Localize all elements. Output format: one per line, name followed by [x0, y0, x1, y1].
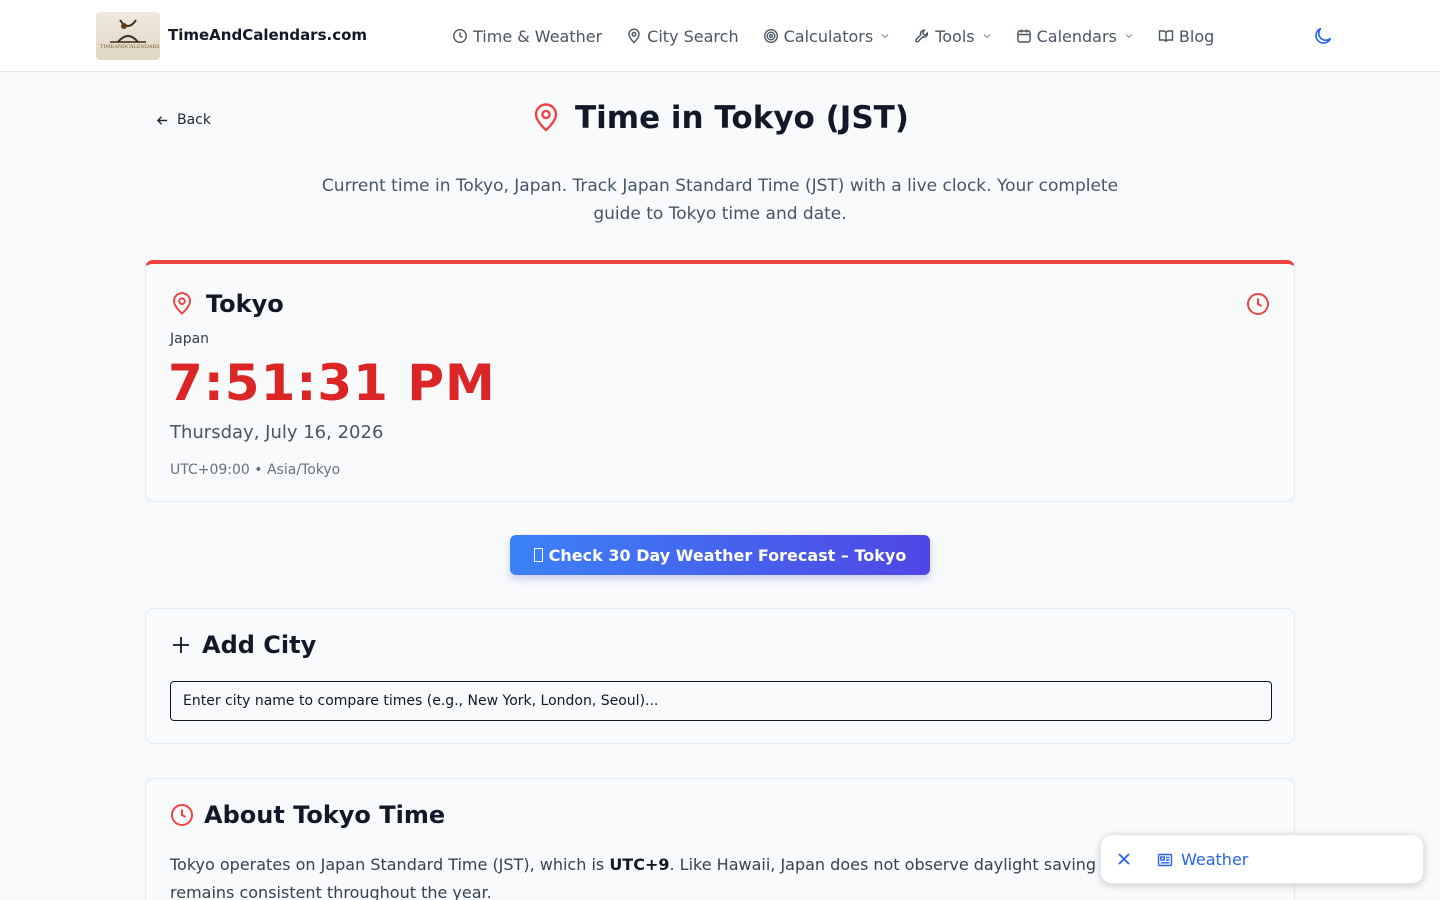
forecast-button-label: Check 30 Day Weather Forecast – Tokyo	[548, 545, 907, 565]
timezone-info: UTC+09:00 • Asia/Tokyo	[170, 462, 341, 478]
current-time: 7:51:31 PM	[168, 354, 496, 412]
map-pin-icon	[172, 292, 192, 315]
nav-label: Time & Weather	[473, 26, 603, 46]
city-time-card: Tokyo Japan 7:51:31 PM Thursday, July 16…	[145, 260, 1295, 502]
weather-forecast-button[interactable]: Check 30 Day Weather Forecast – Tokyo	[510, 535, 930, 575]
weather-widget: Weather	[1100, 834, 1424, 884]
clock-icon	[171, 804, 193, 826]
hourglass-logo-icon	[110, 19, 146, 43]
nav-calendars[interactable]: Calendars	[1016, 27, 1134, 46]
moon-icon[interactable]	[1312, 25, 1334, 47]
main-nav: Time & Weather City Search Calculators T…	[452, 0, 1214, 72]
about-title-row: About Tokyo Time	[170, 801, 445, 829]
brand-name[interactable]: TimeAndCalendars.com	[168, 26, 367, 44]
chevron-down-icon	[881, 34, 889, 39]
nav-label: Calculators	[783, 26, 874, 46]
weather-widget-label[interactable]: Weather	[1181, 850, 1248, 869]
map-pin-icon	[628, 28, 640, 44]
chevron-down-icon	[1125, 34, 1133, 39]
nav-label: Calendars	[1036, 26, 1117, 46]
about-text-part: . Like Hawaii, Japan does not observe da…	[669, 855, 1097, 874]
nav-label: Tools	[935, 26, 975, 46]
city-search-input[interactable]	[170, 681, 1272, 721]
calendar-icon	[1016, 29, 1031, 43]
about-text-part: Tokyo operates on Japan Standard Time (J…	[170, 855, 610, 874]
page-title-row: Time in Tokyo (JST)	[0, 100, 1440, 136]
add-city-card: Add City	[145, 608, 1295, 744]
add-city-title: Add City	[202, 631, 317, 659]
nav-city-search[interactable]: City Search	[626, 26, 739, 46]
nav-label: Blog	[1178, 26, 1215, 46]
chevron-down-icon	[983, 34, 991, 39]
about-text: Tokyo operates on Japan Standard Time (J…	[170, 851, 1110, 900]
target-icon	[763, 28, 778, 44]
city-name-row: Tokyo	[170, 290, 284, 318]
site-logo[interactable]: TIMEANDCALENDARS	[96, 12, 160, 60]
about-text-bold: UTC+9	[609, 855, 670, 874]
map-pin-icon	[534, 103, 558, 132]
newspaper-icon	[1157, 853, 1173, 867]
clock-icon	[452, 28, 468, 44]
site-header: TIMEANDCALENDARS TimeAndCalendars.com Ti…	[0, 0, 1440, 72]
page-title: Time in Tokyo (JST)	[575, 100, 909, 136]
nav-label: City Search	[647, 26, 739, 46]
current-date: Thursday, July 16, 2026	[170, 422, 384, 443]
plus-icon	[173, 637, 189, 653]
wrench-icon	[915, 29, 929, 43]
close-icon[interactable]	[1117, 852, 1131, 866]
country-name: Japan	[170, 331, 210, 347]
missing-glyph-icon	[533, 548, 543, 562]
about-title: About Tokyo Time	[204, 801, 446, 829]
add-city-title-row: Add City	[170, 631, 316, 659]
clock-icon	[1247, 293, 1269, 315]
nav-blog[interactable]: Blog	[1158, 27, 1214, 46]
nav-tools[interactable]: Tools	[914, 27, 991, 46]
about-text-part: remains consistent throughout the year.	[170, 883, 492, 900]
logo-text: TIMEANDCALENDARS	[100, 44, 160, 50]
nav-calculators[interactable]: Calculators	[763, 27, 891, 46]
nav-time-weather[interactable]: Time & Weather	[452, 27, 602, 46]
book-icon	[1158, 30, 1174, 43]
page-subtitle: Current time in Tokyo, Japan. Track Japa…	[321, 176, 1119, 224]
city-name: Tokyo	[206, 290, 284, 318]
